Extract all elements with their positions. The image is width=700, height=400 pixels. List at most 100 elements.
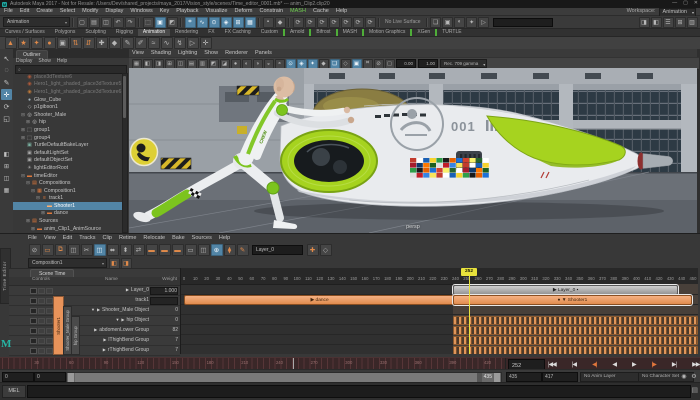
snap-grid-icon[interactable]: ⌗ [184, 16, 196, 28]
menu-deform[interactable]: Deform [234, 8, 252, 15]
save-scene-icon[interactable]: ◫ [100, 16, 112, 28]
track-weight[interactable] [150, 296, 178, 305]
track-mute-checkbox[interactable] [30, 317, 37, 324]
go-to-start-button[interactable]: |◀◀ [548, 361, 557, 368]
shelf-tab-fx-caching[interactable]: FX Caching [220, 29, 256, 36]
track-solo-button[interactable] [38, 327, 45, 334]
shaded-icon[interactable]: ⊙ [285, 58, 296, 69]
scale-constraint-icon[interactable]: ⟳ [352, 16, 364, 28]
dope-sheet-icon[interactable]: ✐ [134, 37, 147, 49]
render-view-icon[interactable]: ❏ [430, 16, 442, 28]
ghosting-icon[interactable]: ↯ [173, 37, 186, 49]
timeline-ruler[interactable]: 0 10 20 30 40 50 60 70 80 90 100 110 120 130 140 150 160… [181, 268, 698, 285]
select-camera-icon[interactable]: ▦ [131, 58, 142, 69]
track-weight[interactable]: 0 [152, 305, 178, 315]
render-current-frame-icon[interactable]: ▣ [442, 16, 454, 28]
track-solo-button[interactable] [38, 307, 45, 314]
quick-selection-field[interactable] [492, 17, 553, 27]
snap-point-icon[interactable]: ⊙ [208, 16, 220, 28]
construction-history-icon[interactable]: ⟳ [292, 16, 304, 28]
launch-render-icon[interactable]: ▷ [478, 16, 490, 28]
track-mute-checkbox[interactable] [30, 337, 37, 344]
mel-toggle-button[interactable]: MEL [2, 385, 26, 398]
outliner-item-anim-clip1-animsource[interactable]: ⊞ ▬ anim_Clip1_AnimSource [13, 225, 123, 233]
track-lock-button[interactable] [46, 327, 53, 334]
outliner-item-hero1-light-shaded-place3dtexture6[interactable]: ◉ Hero1_light_shaded_place3dTexture6 [13, 88, 123, 96]
track-lock-button[interactable] [46, 307, 53, 314]
shelf-tab-sculpting[interactable]: Sculpting [80, 29, 111, 36]
clip-layer0[interactable]: ▶ Layer_0 ▪ [453, 285, 678, 295]
te-menu-file[interactable]: File [28, 234, 37, 243]
orient-constraint-icon[interactable]: ⟳ [328, 16, 340, 28]
shelf-tab-curves-surfaces[interactable]: Curves / Surfaces [0, 29, 50, 36]
razor-icon[interactable]: ⬍ [119, 244, 132, 256]
step-forward-key-button[interactable]: |▶ [652, 361, 657, 368]
play-backwards-button[interactable]: ◀ [612, 361, 617, 368]
outliner-item-hip[interactable]: ⊞ ◎ hip [13, 119, 123, 127]
outliner-item-sources[interactable]: ⊞ ▤ Sources [13, 217, 123, 225]
parent-constraint-icon[interactable]: ⟳ [340, 16, 352, 28]
gate-mask-icon[interactable]: ● [230, 58, 241, 69]
exposure-field[interactable]: 0.00 [396, 59, 416, 68]
paint-select-tool[interactable]: ✎ [1, 77, 12, 88]
outliner-item-place3dtexture6[interactable]: ◉ place3dTexture6 [13, 73, 123, 81]
script-editor-icon[interactable]: ▤ [691, 386, 698, 394]
menu-mash[interactable]: MASH [290, 8, 306, 15]
animation-end-field[interactable] [542, 372, 578, 382]
motion-trail-icon[interactable]: ∿ [160, 37, 173, 49]
outliner-item-glow-cube[interactable]: ● Glow_Cube [13, 96, 123, 104]
menu-display[interactable]: Display [105, 8, 123, 15]
layout-single-pane[interactable]: ◧ [1, 149, 12, 160]
screen-space-ao-icon[interactable]: ❏ [329, 58, 340, 69]
track-expand-arrow[interactable]: ▶ [126, 287, 129, 292]
track-expand-arrow[interactable]: ▶ [94, 327, 97, 332]
title-bar[interactable]: M Autodesk Maya 2017 - Not for Resale: /… [0, 0, 700, 8]
split-clip-icon[interactable]: ◫ [67, 244, 80, 256]
textured-icon[interactable]: ◈ [296, 58, 307, 69]
viewport-menu-renderer[interactable]: Renderer [225, 49, 248, 57]
show-channel-box-icon[interactable]: ☰ [662, 16, 674, 28]
track-expand-arrow[interactable]: ▼ [91, 307, 95, 312]
track-solo-button[interactable] [38, 287, 45, 294]
shelf-tab-motion-graphics[interactable]: Motion Graphics [362, 29, 410, 36]
snap-curve-icon[interactable]: ∿ [196, 16, 208, 28]
panel-layout-icon[interactable]: ⊞ [674, 16, 686, 28]
rotate-tool[interactable]: ⟳ [1, 101, 12, 112]
shelf-tab-polygons[interactable]: Polygons [50, 29, 81, 36]
menu-help[interactable]: Help [336, 8, 347, 15]
curve-smooth-icon[interactable]: ≈ [147, 37, 160, 49]
go-to-end-button[interactable]: ▶▶| [692, 361, 700, 368]
menu-edit[interactable]: Edit [20, 8, 29, 15]
menu-visualize[interactable]: Visualize [206, 8, 228, 15]
shelf-tab-animation[interactable]: Animation [137, 29, 171, 36]
keyframe-clip-icon[interactable]: ⧫ [223, 244, 236, 256]
tangents-spline-icon[interactable]: ⇅ [69, 37, 82, 49]
menu-cache[interactable]: Cache [313, 8, 329, 15]
shelf-tab-xgen[interactable]: XGen [410, 29, 435, 36]
create-clip-icon[interactable]: ▣ [56, 37, 69, 49]
viewport-menu-shading[interactable]: Shading [151, 49, 171, 57]
bookmarks-icon[interactable]: ⊞ [164, 58, 175, 69]
track-solo-button[interactable] [38, 347, 45, 354]
group-bar-hip-group[interactable]: hip Group [71, 316, 80, 355]
move-tool[interactable]: ✛ [1, 89, 12, 100]
time-editor-timeline[interactable]: 0 10 20 30 40 50 60 70 80 90 100 110 120 130 140 150 160… [180, 268, 698, 354]
scale-tool[interactable]: ◱ [1, 113, 12, 124]
te-menu-sources[interactable]: Sources [192, 234, 212, 243]
track-weight[interactable]: 7 [152, 345, 178, 355]
keys-density-bar-rthighbend-group[interactable] [453, 345, 698, 354]
shelf-tab-fx[interactable]: FX [203, 29, 219, 36]
camera-attributes-icon[interactable]: ◨ [153, 58, 164, 69]
menu-file[interactable]: File [4, 8, 13, 15]
outliner-menu-display[interactable]: Display [16, 58, 32, 65]
add-inbetween-icon[interactable]: ✚ [95, 37, 108, 49]
loop-clip-icon[interactable]: ▬ [158, 244, 171, 256]
add-anim-layer-icon[interactable]: ✚ [306, 244, 319, 256]
track-weight[interactable]: 82 [152, 325, 178, 335]
track-expand-arrow[interactable]: ▶ [103, 337, 106, 342]
snap-to-clip-icon[interactable]: ⊕ [210, 244, 223, 256]
viewport-menu-panels[interactable]: Panels [255, 49, 272, 57]
edit-anim-source-icon[interactable]: ✎ [236, 244, 249, 256]
track-solo-button[interactable] [38, 317, 45, 324]
graph-editor-icon[interactable]: ✎ [121, 37, 134, 49]
